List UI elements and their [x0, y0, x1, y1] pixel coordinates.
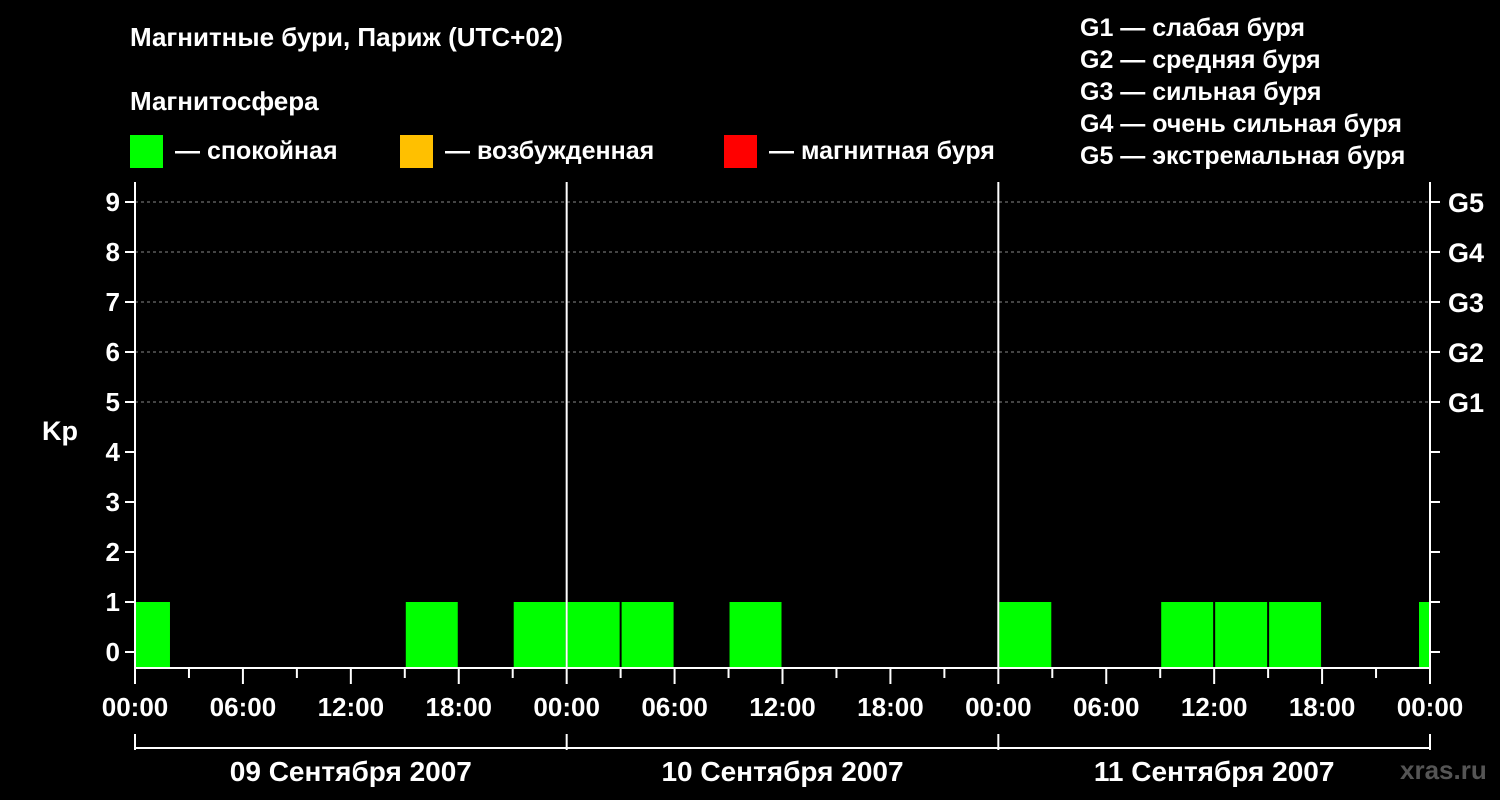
x-tick-label-0: 00:00 — [102, 692, 169, 722]
y-tick-label-7: 7 — [106, 287, 120, 317]
y-tick-label-3: 3 — [106, 487, 120, 517]
x-tick-label-7: 18:00 — [857, 692, 924, 722]
x-tick-label-6: 12:00 — [749, 692, 816, 722]
watermark: xras.ru — [1400, 755, 1487, 785]
g-tick-label-1: G2 — [1448, 338, 1484, 368]
x-tick-label-1: 06:00 — [210, 692, 277, 722]
y-tick-label-5: 5 — [106, 387, 120, 417]
x-tick-label-2: 12:00 — [318, 692, 385, 722]
kp-bar-0 — [136, 602, 170, 668]
x-tick-label-5: 06:00 — [641, 692, 708, 722]
x-tick-label-4: 00:00 — [533, 692, 600, 722]
kp-bar-6 — [999, 602, 1052, 668]
date-label-2: 11 Сентября 2007 — [1094, 756, 1335, 787]
kp-bar-3 — [567, 602, 620, 668]
y-tick-label-8: 8 — [106, 237, 120, 267]
x-tick-label-10: 12:00 — [1181, 692, 1248, 722]
g-tick-label-3: G4 — [1448, 238, 1484, 268]
kp-bar-5 — [729, 602, 782, 668]
g-tick-label-0: G1 — [1448, 388, 1484, 418]
kp-bar-2 — [513, 602, 566, 668]
g-tick-label-4: G5 — [1448, 188, 1484, 218]
x-tick-label-8: 00:00 — [965, 692, 1032, 722]
y-tick-label-4: 4 — [106, 437, 121, 467]
kp-chart: 0 1 2 3 4 5 6 7 8 9 G1 G2 G3 G4 G5 Kp 00:00 06:00 12:00 18:… — [42, 182, 1484, 787]
y-tick-label-9: 9 — [106, 187, 120, 217]
y-tick-label-2: 2 — [106, 537, 120, 567]
x-tick-label-11: 18:00 — [1289, 692, 1356, 722]
y-tick-label-6: 6 — [106, 337, 120, 367]
y-tick-label-0: 0 — [106, 637, 120, 667]
kp-bar-8 — [1215, 602, 1268, 668]
y-axis-label: Kp — [42, 416, 78, 446]
y-tick-label-1: 1 — [106, 587, 120, 617]
kp-bar-7 — [1161, 602, 1214, 668]
date-label-0: 09 Сентября 2007 — [230, 756, 472, 787]
kp-bar-4 — [621, 602, 674, 668]
kp-bar-9 — [1269, 602, 1322, 668]
x-tick-label-3: 18:00 — [426, 692, 493, 722]
x-tick-label-9: 06:00 — [1073, 692, 1140, 722]
g-tick-label-2: G3 — [1448, 288, 1484, 318]
x-tick-label-12: 00:00 — [1397, 692, 1464, 722]
kp-bar-10 — [1419, 602, 1429, 668]
kp-bar-1 — [405, 602, 458, 668]
date-label-1: 10 Сентября 2007 — [661, 756, 903, 787]
